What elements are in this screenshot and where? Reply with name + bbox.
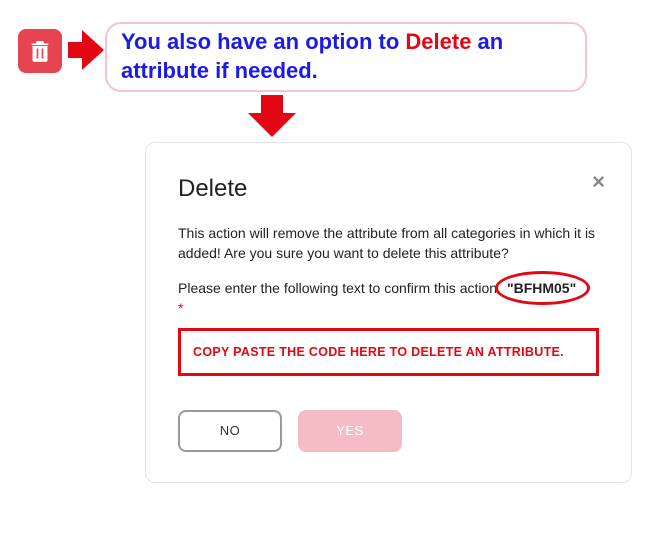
delete-modal: Delete × This action will remove the att… — [145, 142, 632, 483]
callout-box: You also have an option to Delete an att… — [105, 22, 587, 92]
confirm-code-input[interactable]: COPY PASTE THE CODE HERE TO DELETE AN AT… — [178, 328, 599, 376]
confirm-code: "BFHM05" — [501, 278, 582, 298]
callout-pre: You also have an option to — [121, 29, 405, 54]
callout-red: Delete — [405, 29, 471, 54]
modal-actions: NO YES — [178, 410, 599, 452]
confirm-prompt: Please enter the following text to confi… — [178, 280, 501, 296]
yes-button[interactable]: YES — [298, 410, 402, 452]
modal-body-text: This action will remove the attribute fr… — [178, 223, 599, 264]
confirm-prompt-line: Please enter the following text to confi… — [178, 278, 599, 316]
no-button[interactable]: NO — [178, 410, 282, 452]
close-icon[interactable]: × — [592, 171, 605, 193]
modal-title: Delete — [178, 175, 599, 203]
callout-text: You also have an option to Delete an att… — [121, 28, 571, 85]
trash-icon — [30, 39, 50, 63]
trash-icon-button[interactable] — [18, 29, 62, 73]
